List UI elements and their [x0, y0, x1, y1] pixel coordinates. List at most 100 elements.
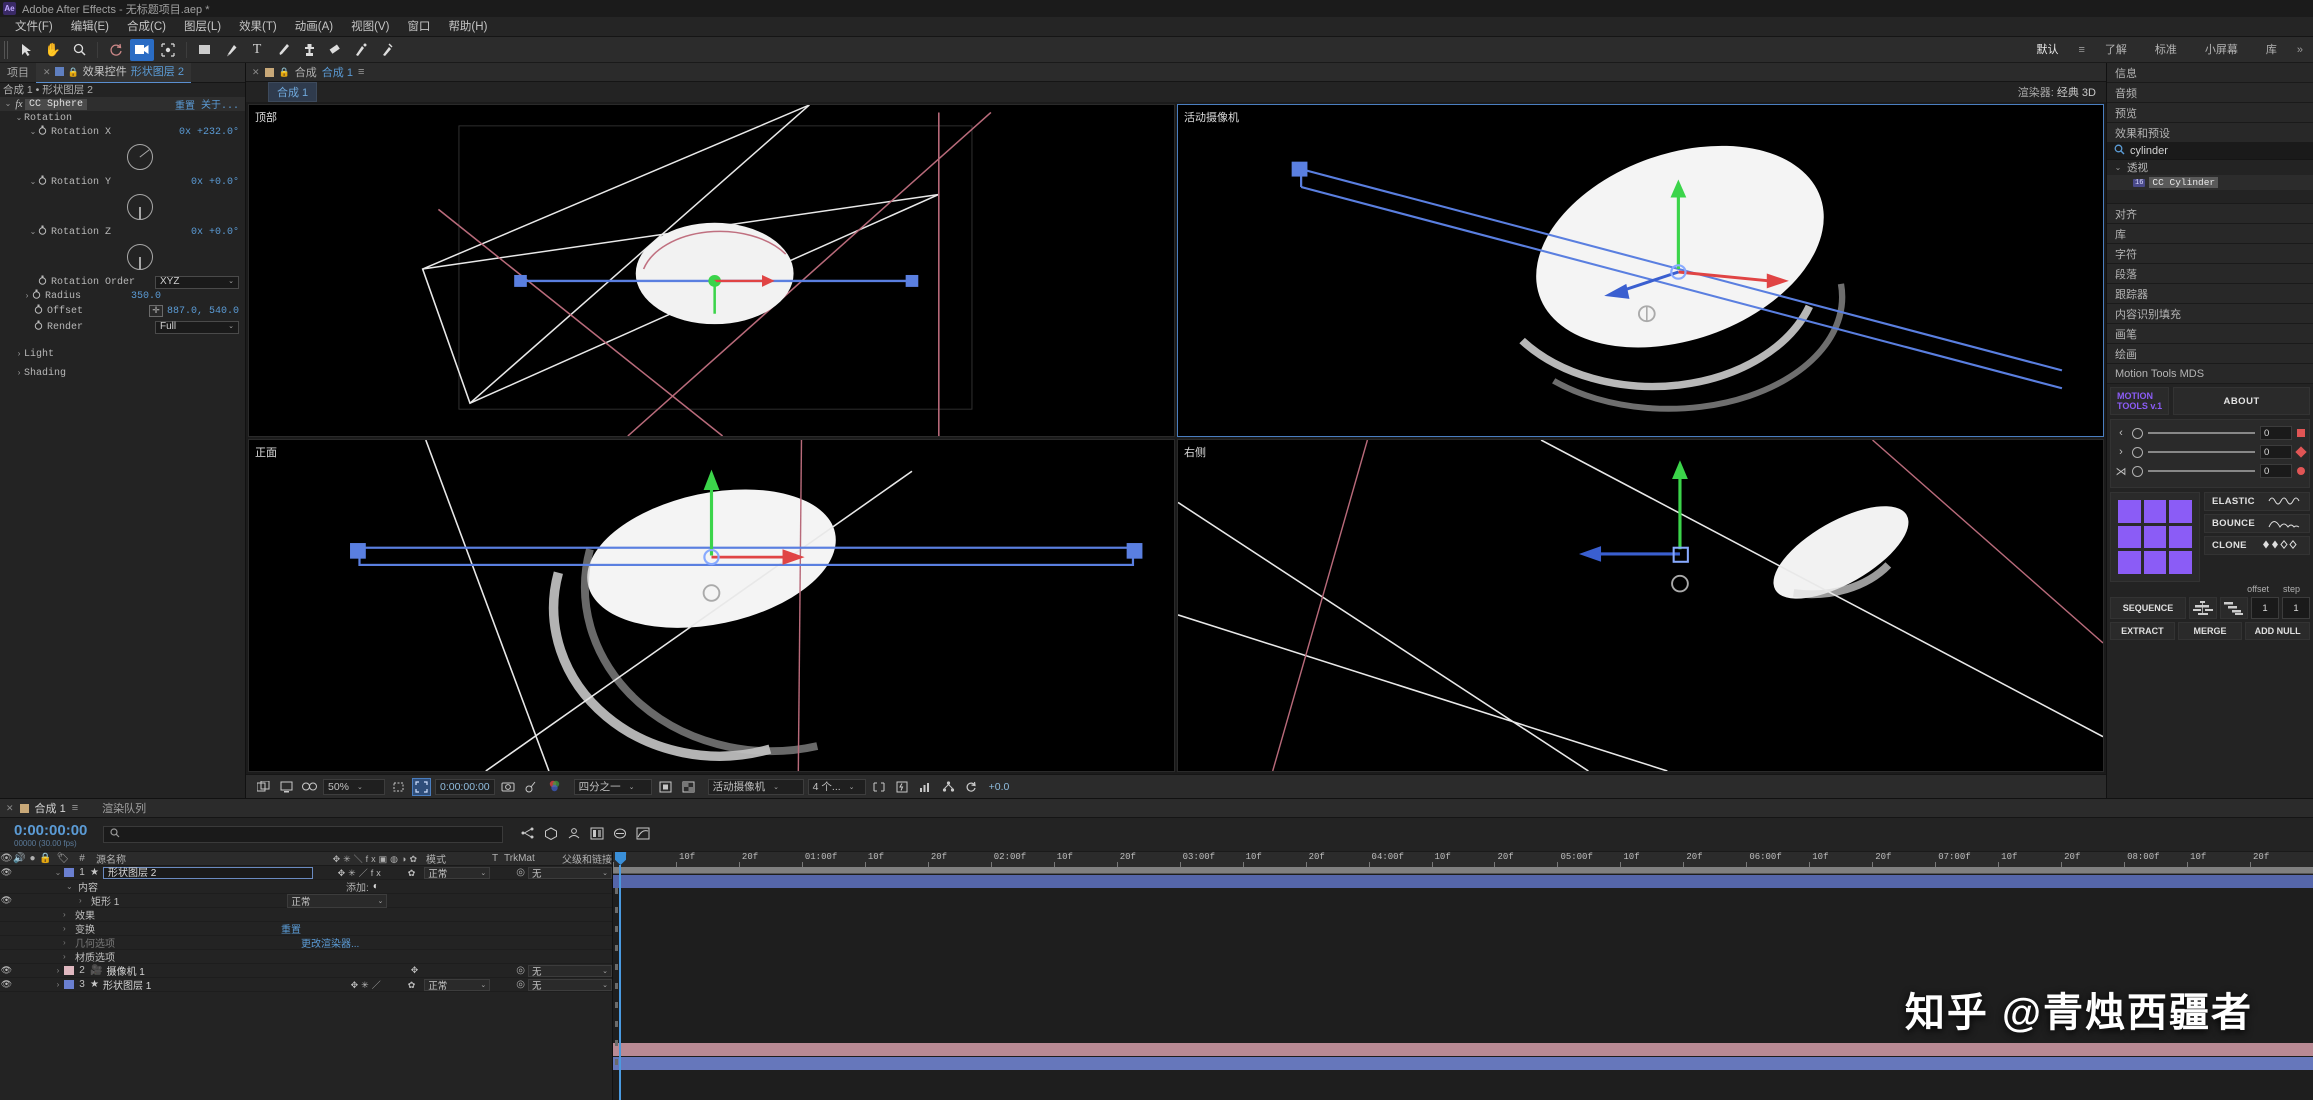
chevron-right-icon[interactable]: ›: [52, 966, 64, 975]
effects-item-cc-cylinder[interactable]: 16 CC Cylinder: [2107, 175, 2313, 190]
layer-name-input[interactable]: 形状图层 2: [102, 866, 313, 879]
merge-button[interactable]: MERGE: [2177, 622, 2243, 641]
panel-align[interactable]: 对齐: [2107, 204, 2313, 224]
layer-parent-select[interactable]: 无 ⌄: [528, 978, 612, 992]
dial-rotation-y[interactable]: [0, 189, 245, 225]
layer-bar-shape1[interactable]: [613, 1057, 2313, 1070]
viewport-top[interactable]: 顶部: [248, 104, 1175, 437]
chevron-right-icon[interactable]: ›: [14, 350, 24, 359]
video-toggle[interactable]: 👁: [0, 965, 13, 976]
text-tool-icon[interactable]: T: [245, 39, 269, 61]
workspace-overflow-icon[interactable]: »: [2291, 44, 2309, 56]
mode-header[interactable]: 模式: [426, 851, 492, 866]
timeline-current-time[interactable]: 0:00:00:00: [0, 822, 87, 839]
fast-previews-icon[interactable]: [893, 778, 912, 796]
table-row[interactable]: › 效果: [0, 908, 612, 922]
chevron-right-icon[interactable]: ›: [63, 952, 75, 961]
stereo-3d-icon[interactable]: [300, 778, 319, 796]
dial-rotation-z[interactable]: [0, 239, 245, 275]
prop-rotation-order[interactable]: Rotation Order XYZ ⌄: [0, 275, 245, 289]
resolution-select[interactable]: 四分之一 ⌄: [573, 778, 652, 795]
panel-info[interactable]: 信息: [2107, 63, 2313, 83]
slider-out-value[interactable]: 0: [2260, 445, 2292, 459]
keyframe-square-icon[interactable]: [2297, 429, 2305, 437]
timeline-ruler[interactable]: 0f10f20f01:00f10f20f02:00f10f20f03:00f10…: [613, 852, 2313, 874]
menu-layer[interactable]: 图层(L): [175, 17, 230, 37]
zoom-tool-icon[interactable]: [67, 39, 91, 61]
chevron-right-icon[interactable]: ›: [14, 369, 24, 378]
zoom-level-select[interactable]: 50% ⌄: [323, 778, 385, 795]
about-link[interactable]: 关于...: [201, 97, 239, 112]
monitor-icon[interactable]: [277, 778, 296, 796]
sequence-button[interactable]: SEQUENCE: [2110, 597, 2186, 620]
pan-behind-tool-icon[interactable]: [156, 39, 180, 61]
tab-project[interactable]: 项目: [0, 63, 36, 83]
prop-radius[interactable]: › Radius 350.0: [0, 289, 245, 303]
graph-editor-icon[interactable]: [636, 827, 650, 843]
menu-help[interactable]: 帮助(H): [439, 17, 496, 37]
anchor-top-right[interactable]: [2169, 500, 2193, 523]
chevron-down-icon[interactable]: ⌄: [66, 882, 78, 891]
eraser-tool-icon[interactable]: [323, 39, 347, 61]
anchor-bottom-center[interactable]: [2143, 551, 2167, 575]
chevron-down-icon[interactable]: ⌄: [28, 227, 38, 237]
clone-stamp-tool-icon[interactable]: [297, 39, 321, 61]
sequence-step-value[interactable]: 1: [2282, 597, 2310, 620]
workspace-learn[interactable]: 了解: [2091, 37, 2141, 63]
motion-tools-slider-out[interactable]: › 0: [2115, 444, 2307, 460]
panel-libraries[interactable]: 库: [2107, 224, 2313, 244]
panel-menu-icon[interactable]: ≡: [72, 802, 78, 814]
motion-tools-slider-in[interactable]: ‹ 0: [2115, 425, 2305, 441]
close-icon[interactable]: ✕: [43, 62, 51, 82]
layer-switches[interactable]: ✥: [411, 965, 419, 976]
prop-offset[interactable]: Offset ✛ 887.0, 540.0: [0, 303, 245, 319]
prop-rotation-x-value[interactable]: 0x +232.0°: [179, 127, 239, 138]
stopwatch-icon[interactable]: [34, 320, 43, 334]
menu-animation[interactable]: 动画(A): [286, 17, 342, 37]
rotation-y-dial[interactable]: [127, 194, 153, 220]
sequence-stagger-icon[interactable]: [2220, 597, 2248, 620]
layer-parent-select[interactable]: 无 ⌄: [528, 964, 612, 978]
anchor-middle-left[interactable]: [2118, 525, 2141, 549]
extract-button[interactable]: EXTRACT: [2110, 622, 2175, 641]
layer-color-swatch[interactable]: [64, 966, 74, 975]
rotation-x-dial[interactable]: [127, 144, 153, 170]
chevron-right-icon[interactable]: ›: [63, 924, 75, 933]
viewport-active-camera[interactable]: 活动摄像机: [1177, 104, 2104, 437]
prop-offset-value[interactable]: 887.0, 540.0: [167, 306, 239, 317]
sequence-offset-value[interactable]: 1: [2251, 597, 2279, 620]
add-menu-icon[interactable]: ◐: [373, 881, 379, 892]
anchor-bottom-right[interactable]: [2169, 551, 2193, 575]
frame-blending-icon[interactable]: [590, 827, 604, 843]
rotation-order-select[interactable]: XYZ ⌄: [155, 275, 239, 289]
prop-rotation-z[interactable]: ⌄ Rotation Z 0x +0.0°: [0, 225, 245, 239]
layer-bar-shape2[interactable]: [613, 875, 2313, 888]
panel-motion-tools-mds[interactable]: Motion Tools MDS: [2107, 364, 2313, 384]
timeline-search-input[interactable]: [103, 826, 504, 843]
elastic-button[interactable]: ELASTIC: [2204, 492, 2310, 511]
layer-color-swatch[interactable]: [64, 868, 74, 877]
renderer-value[interactable]: 经典 3D: [2057, 87, 2096, 99]
anchor-middle-right[interactable]: [2169, 525, 2193, 549]
tab-timeline-comp1[interactable]: 合成 1: [35, 800, 66, 816]
video-toggle[interactable]: 👁: [0, 979, 13, 990]
workspace-small-screen[interactable]: 小屏幕: [2191, 37, 2252, 63]
exposure-value[interactable]: +0.0: [985, 781, 1014, 793]
effect-header-row[interactable]: ⌄ fx CC Sphere 重置 关于...: [0, 97, 245, 112]
chevron-down-icon[interactable]: ⌄: [3, 99, 13, 109]
workspace-default[interactable]: 默认: [2022, 37, 2072, 63]
layer-mode-select[interactable]: 正常 ⌄: [424, 866, 491, 880]
menu-window[interactable]: 窗口: [398, 17, 439, 37]
lock-icon[interactable]: 🔒: [68, 62, 79, 82]
layer-name[interactable]: 形状图层 1: [103, 977, 151, 992]
reset-link[interactable]: 重置: [175, 97, 195, 112]
parent-pickwhip-icon[interactable]: ◎: [516, 965, 525, 976]
ease-in-icon[interactable]: ‹: [2115, 427, 2127, 439]
offset-position-picker-icon[interactable]: ✛: [148, 305, 163, 317]
slider-knob[interactable]: [2132, 465, 2143, 477]
chevron-right-icon[interactable]: ›: [52, 980, 64, 989]
prop-rotation-z-value[interactable]: 0x +0.0°: [191, 227, 239, 238]
chevron-right-icon[interactable]: ›: [63, 938, 75, 947]
menu-composition[interactable]: 合成(C): [118, 17, 175, 37]
add-null-button[interactable]: ADD NULL: [2245, 622, 2311, 641]
